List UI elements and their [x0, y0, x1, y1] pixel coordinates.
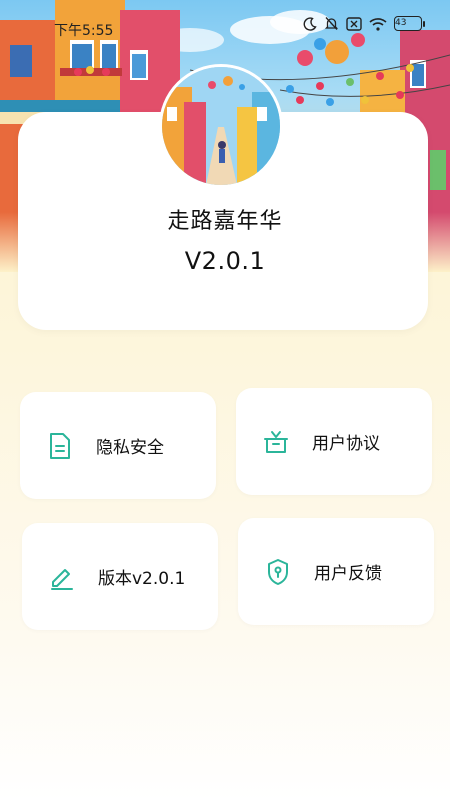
user-feedback-label: 用户反馈: [314, 564, 382, 584]
gift-icon: [262, 428, 290, 456]
user-agreement-label: 用户协议: [312, 434, 380, 454]
app-icon: [159, 64, 283, 188]
version-button[interactable]: 版本v2.0.1: [22, 523, 218, 630]
status-bar: 下午5:55 43: [0, 0, 450, 56]
version-label: 版本v2.0.1: [98, 569, 186, 589]
status-time: 下午5:55: [54, 23, 114, 39]
battery-icon: 43: [394, 16, 425, 31]
sim-x-icon: [346, 16, 362, 31]
document-icon: [46, 432, 74, 460]
status-icons: 43: [303, 16, 425, 31]
privacy-security-label: 隐私安全: [96, 438, 164, 458]
moon-icon: [303, 16, 317, 31]
wifi-icon: [369, 17, 387, 31]
app-version: V2.0.1: [184, 247, 266, 275]
user-feedback-button[interactable]: 用户反馈: [238, 518, 434, 625]
privacy-security-button[interactable]: 隐私安全: [20, 392, 216, 499]
pencil-icon: [48, 563, 76, 591]
shield-icon: [264, 558, 292, 586]
app-name: 走路嘉年华: [167, 209, 283, 234]
user-agreement-button[interactable]: 用户协议: [236, 388, 432, 495]
bell-off-icon: [324, 16, 339, 31]
